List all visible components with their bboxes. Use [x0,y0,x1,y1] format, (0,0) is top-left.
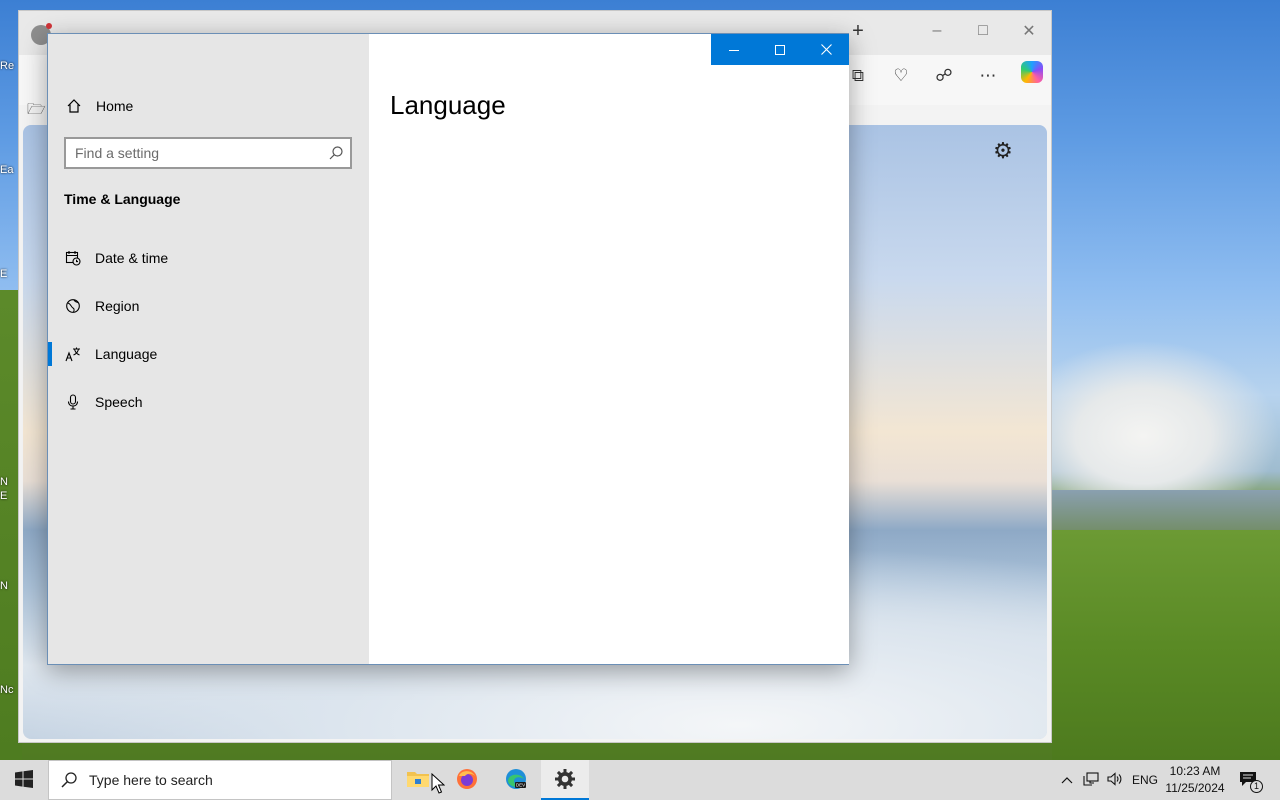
search-icon[interactable] [328,145,344,161]
minimize-button[interactable] [711,34,757,65]
start-button[interactable] [0,760,48,800]
desktop-icon-label[interactable]: Nc [0,684,18,696]
maximize-button[interactable] [757,34,803,65]
speaker-icon [1107,771,1123,789]
microphone-icon [64,393,82,411]
close-button[interactable] [803,34,849,65]
input-language-indicator[interactable]: ENG [1130,760,1160,800]
favorites-folder-icon[interactable]: 🗁 [27,99,46,118]
close-icon [820,44,832,55]
nav-home-link[interactable]: Home [64,93,133,119]
chevron-up-icon [1061,773,1073,787]
search-icon [49,760,89,800]
settings-window: Home Time & Language Date & time Region [47,33,849,665]
nav-home-label: Home [96,98,134,114]
network-icon [1083,771,1099,789]
nav-item-label: Date & time [95,250,169,266]
minimize-icon [729,45,739,55]
nav-section-title: Time & Language [64,191,181,207]
profile-notification-dot [46,23,52,29]
show-hidden-icons-button[interactable] [1056,760,1078,800]
taskbar-app-settings[interactable] [541,760,589,800]
notification-icon: 1 [1239,771,1263,793]
nav-item-speech[interactable]: Speech [48,382,369,422]
browser-close-icon[interactable]: ✕ [1006,11,1052,51]
nav-item-language[interactable]: Language [48,334,369,374]
action-center-button[interactable]: 1 [1234,760,1264,800]
find-setting-search-box[interactable] [64,137,352,169]
nav-item-label: Language [95,346,158,362]
maximize-icon [775,44,785,55]
copilot-icon[interactable] [1021,61,1043,83]
taskbar-app-edge-dev[interactable]: DEV [492,760,540,800]
desktop-icon-label[interactable]: E [0,490,18,502]
taskbar-app-firefox[interactable] [443,760,491,800]
mouse-cursor-icon [431,772,446,795]
home-icon [64,96,84,116]
calendar-clock-icon [64,249,82,267]
desktop-clouds [1052,340,1280,500]
clock-time: 10:23 AM [1169,764,1221,778]
find-setting-input[interactable] [66,139,350,167]
desktop-icon-label[interactable]: Re [0,60,18,72]
settings-content: Language [369,34,849,664]
taskbar: Type here to search DEV ENG 10:23 AM 11/… [0,760,1280,800]
settings-gear-icon [554,768,576,793]
more-icon[interactable]: ⋯ [975,63,1001,89]
language-icon [64,345,82,363]
selection-indicator [48,342,52,366]
gear-icon[interactable]: ⚙ [991,139,1015,163]
desktop-grass [1052,530,1280,760]
taskbar-search-box[interactable]: Type here to search [48,760,392,800]
nav-item-date-time[interactable]: Date & time [48,238,369,278]
desktop-icon-label[interactable]: Ea [0,164,18,176]
browser-maximize-icon[interactable]: □ [960,11,1006,51]
desktop-icon-label[interactable]: N [0,476,18,488]
edge-dev-icon: DEV [504,767,528,794]
settings-sidebar: Home Time & Language Date & time Region [48,34,369,664]
desktop-icon-label[interactable]: E [0,268,18,280]
folder-icon [406,769,430,792]
windows-logo-icon [15,769,33,791]
globe-icon [64,297,82,315]
browser-essentials-icon[interactable]: ♡ [888,63,914,89]
desktop-icon-label[interactable]: N [0,580,18,592]
share-icon[interactable]: ☍ [931,63,957,89]
clock-date: 11/25/2024 [1165,781,1225,795]
taskbar-search-placeholder: Type here to search [89,772,213,788]
taskbar-clock[interactable]: 10:23 AM 11/25/2024 [1160,763,1230,797]
nav-item-label: Region [95,298,140,314]
page-title: Language [390,90,506,120]
browser-minimize-icon[interactable]: – [914,11,960,51]
firefox-icon [455,767,479,794]
nav-item-region[interactable]: Region [48,286,369,326]
network-status-button[interactable] [1080,760,1102,800]
notification-count-badge: 1 [1250,780,1263,793]
volume-button[interactable] [1104,760,1126,800]
svg-text:DEV: DEV [516,782,525,787]
nav-item-label: Speech [95,394,143,410]
window-controls [711,34,849,65]
